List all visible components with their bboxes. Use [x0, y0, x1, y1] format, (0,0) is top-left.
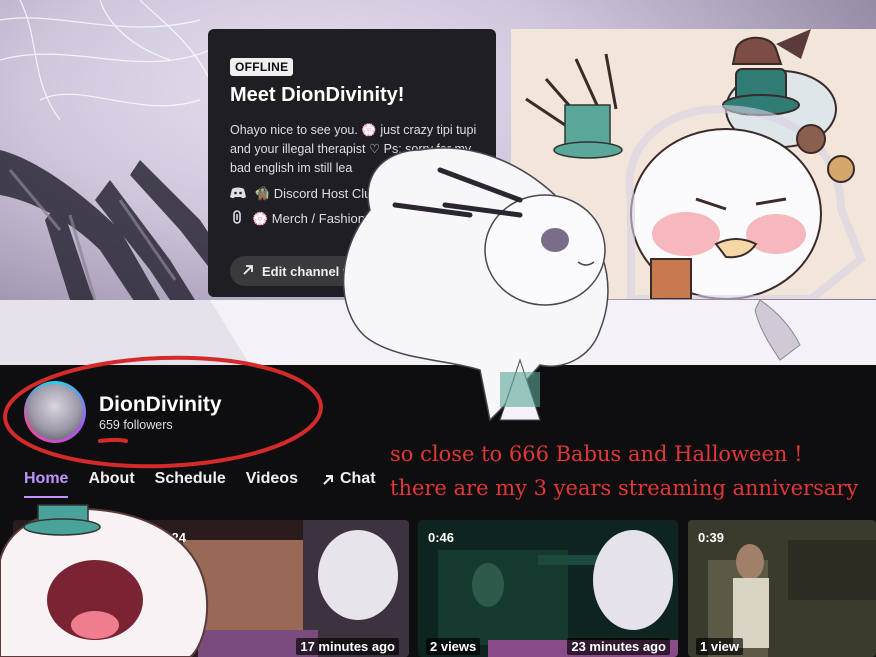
trailer-link-label: 🧌 Discord Host Clu	[254, 186, 372, 201]
fanart-illustration	[511, 29, 876, 299]
trailer-link-label: 💮 Merch / Fashion S	[252, 210, 378, 226]
channel-avatar[interactable]	[24, 381, 86, 443]
edit-trailer-label: Edit channel traile	[262, 263, 374, 279]
tab-videos[interactable]: Videos	[246, 470, 298, 498]
link-icon	[230, 210, 244, 227]
edit-channel-trailer-button[interactable]: Edit channel traile	[230, 256, 400, 286]
trailer-link-discord[interactable]: 🧌 Discord Host Clu	[230, 186, 474, 202]
tab-chat[interactable]: Chat	[322, 470, 376, 498]
video-duration: 0:46	[428, 530, 455, 545]
video-time: 17 minutes ago	[296, 638, 399, 655]
video-thumbnail	[13, 520, 409, 657]
channel-trailer-card: OFFLINE Meet DionDivinity! Ohayo nice to…	[208, 29, 496, 297]
channel-name[interactable]: DionDivinity	[99, 393, 222, 417]
arrow-up-right-icon	[322, 470, 334, 491]
video-card[interactable]: 0:39 1 view	[688, 520, 876, 657]
channel-nav-tabs: Home About Schedule Videos Chat	[24, 470, 376, 498]
discord-icon	[230, 187, 246, 202]
arrow-up-right-icon	[242, 264, 254, 279]
annotation-line-2: there are my 3 years streaming anniversa…	[390, 476, 859, 500]
video-duration: 0:24	[160, 530, 187, 545]
follower-count: 659 followers	[99, 418, 173, 432]
offline-badge: OFFLINE	[230, 58, 294, 76]
tab-chat-label: Chat	[339, 470, 376, 487]
fanart-panel	[511, 29, 876, 299]
trailer-description: Ohayo nice to see you. 💮 just crazy tipi…	[230, 123, 477, 175]
tab-about[interactable]: About	[88, 470, 134, 498]
video-views: 2 views	[426, 638, 481, 655]
tab-home[interactable]: Home	[24, 470, 69, 498]
video-duration: 0:39	[698, 530, 725, 545]
trailer-link-merch[interactable]: 💮 Merch / Fashion S	[230, 210, 474, 227]
video-thumbnail	[418, 520, 678, 657]
video-card[interactable]: 0:24 17 minutes ago	[13, 520, 409, 657]
video-views: 1 view	[696, 638, 744, 655]
trailer-title: Meet DionDivinity!	[230, 84, 405, 106]
video-time: 23 minutes ago	[567, 638, 670, 655]
annotation-line-1: so close to 666 Babus and Halloween !	[390, 442, 803, 466]
tab-schedule[interactable]: Schedule	[155, 470, 226, 498]
video-card[interactable]: 0:46 2 views 23 minutes ago	[418, 520, 678, 657]
